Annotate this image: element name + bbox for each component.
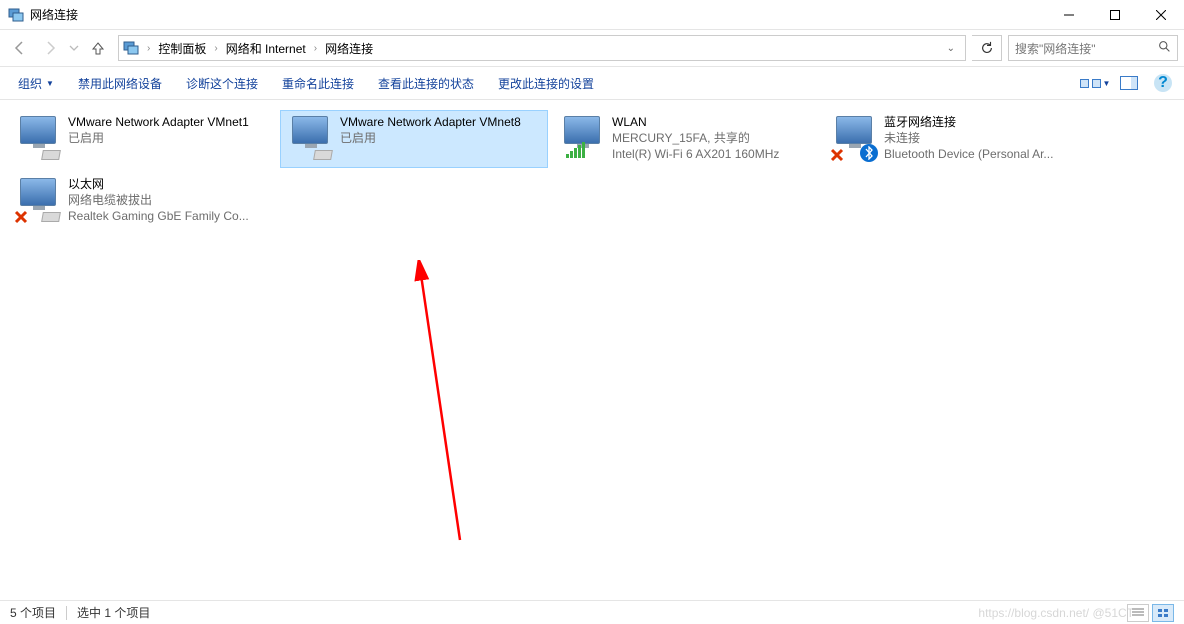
disconnected-x-icon [14, 210, 28, 224]
adapter-item-wlan[interactable]: WLAN MERCURY_15FA, 共享的 Intel(R) Wi-Fi 6 … [552, 110, 820, 168]
search-placeholder: 搜索"网络连接" [1015, 40, 1158, 57]
bluetooth-adapter-icon [830, 114, 878, 162]
adapter-status: 未连接 [884, 130, 1053, 146]
status-item-count: 5 个项目 [10, 604, 56, 621]
recent-locations-button[interactable] [66, 34, 82, 62]
up-button[interactable] [84, 34, 112, 62]
large-icons-view-button[interactable] [1152, 604, 1174, 622]
view-options-button[interactable]: ▼ [1082, 70, 1108, 96]
separator [66, 606, 67, 620]
breadcrumb-item[interactable]: 网络连接 [321, 36, 377, 60]
maximize-button[interactable] [1092, 0, 1138, 30]
window-icon [8, 7, 24, 23]
disable-device-button[interactable]: 禁用此网络设备 [68, 71, 172, 96]
adapter-device: Realtek Gaming GbE Family Co... [68, 208, 249, 224]
help-icon: ? [1154, 74, 1172, 92]
adapter-name: 蓝牙网络连接 [884, 114, 1053, 130]
search-input[interactable]: 搜索"网络连接" [1008, 35, 1178, 61]
adapter-device: Bluetooth Device (Personal Ar... [884, 146, 1053, 162]
window-controls [1046, 0, 1184, 30]
close-button[interactable] [1138, 0, 1184, 30]
preview-pane-button[interactable] [1116, 70, 1142, 96]
disconnected-x-icon [830, 148, 844, 162]
view-status-button[interactable]: 查看此连接的状态 [368, 71, 484, 96]
command-bar: 组织▼ 禁用此网络设备 诊断这个连接 重命名此连接 查看此连接的状态 更改此连接… [0, 66, 1184, 100]
adapter-status: 已启用 [340, 130, 521, 146]
status-selection-count: 选中 1 个项目 [77, 604, 150, 621]
chevron-right-icon[interactable]: › [145, 43, 152, 54]
organize-menu-button[interactable]: 组织▼ [8, 71, 64, 96]
adapter-list: VMware Network Adapter VMnet1 已启用 VMware… [6, 108, 1178, 232]
annotation-arrow-icon [405, 260, 485, 550]
adapter-item-vmnet8[interactable]: VMware Network Adapter VMnet8 已启用 [280, 110, 548, 168]
adapter-item-ethernet[interactable]: 以太网 网络电缆被拔出 Realtek Gaming GbE Family Co… [8, 172, 276, 230]
back-button[interactable] [6, 34, 34, 62]
adapter-name: VMware Network Adapter VMnet1 [68, 114, 249, 130]
bluetooth-icon [860, 144, 878, 162]
network-adapter-icon [14, 114, 62, 162]
breadcrumb[interactable]: › 控制面板 › 网络和 Internet › 网络连接 ⌄ [118, 35, 966, 61]
wifi-adapter-icon [558, 114, 606, 162]
adapter-status: 已启用 [68, 130, 249, 146]
adapter-name: VMware Network Adapter VMnet8 [340, 114, 521, 130]
caret-down-icon: ▼ [46, 79, 54, 88]
forward-button[interactable] [36, 34, 64, 62]
adapter-status: 网络电缆被拔出 [68, 192, 249, 208]
adapter-name: 以太网 [68, 176, 249, 192]
address-bar: › 控制面板 › 网络和 Internet › 网络连接 ⌄ 搜索"网络连接" [0, 30, 1184, 66]
titlebar: 网络连接 [0, 0, 1184, 30]
content-area: VMware Network Adapter VMnet1 已启用 VMware… [0, 100, 1184, 600]
adapter-item-bluetooth[interactable]: 蓝牙网络连接 未连接 Bluetooth Device (Personal Ar… [824, 110, 1092, 168]
minimize-button[interactable] [1046, 0, 1092, 30]
change-settings-button[interactable]: 更改此连接的设置 [488, 71, 604, 96]
breadcrumb-item[interactable]: 网络和 Internet [222, 36, 310, 60]
refresh-button[interactable] [972, 35, 1002, 61]
breadcrumb-item[interactable]: 控制面板 [154, 36, 210, 60]
window-title: 网络连接 [30, 6, 1046, 23]
adapter-device: Intel(R) Wi-Fi 6 AX201 160MHz [612, 146, 779, 162]
adapter-name: WLAN [612, 114, 779, 130]
network-adapter-icon [286, 114, 334, 162]
location-icon [123, 40, 139, 56]
rename-connection-button[interactable]: 重命名此连接 [272, 71, 364, 96]
help-button[interactable]: ? [1150, 70, 1176, 96]
chevron-right-icon[interactable]: › [212, 43, 219, 54]
search-icon [1158, 40, 1171, 56]
address-dropdown-button[interactable]: ⌄ [941, 43, 961, 54]
status-bar: 5 个项目 选中 1 个项目 [0, 600, 1184, 624]
diagnose-connection-button[interactable]: 诊断这个连接 [176, 71, 268, 96]
adapter-status: MERCURY_15FA, 共享的 [612, 130, 779, 146]
chevron-right-icon[interactable]: › [312, 43, 319, 54]
adapter-item-vmnet1[interactable]: VMware Network Adapter VMnet1 已启用 [8, 110, 276, 168]
details-view-button[interactable] [1127, 604, 1149, 622]
ethernet-adapter-icon [14, 176, 62, 224]
